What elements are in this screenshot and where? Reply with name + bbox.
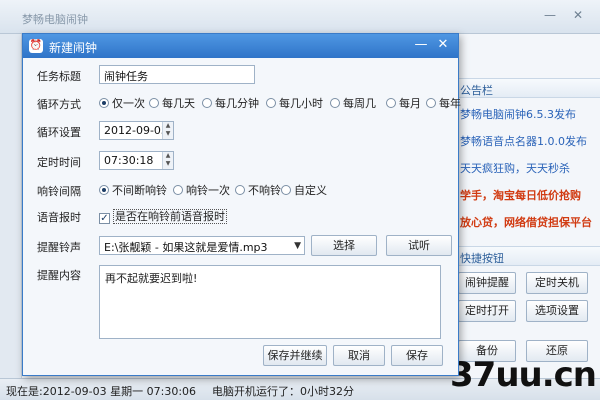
status-current-time: 现在是:2012-09-03 星期一 07:30:06 — [6, 385, 197, 398]
cycle-option-1[interactable]: 每几天 — [149, 95, 195, 111]
radio-icon[interactable] — [386, 98, 396, 108]
alarm-clock-icon: ⏰ — [29, 39, 43, 53]
announcement-link[interactable]: 梦畅电脑闹钟6.5.3发布 — [456, 106, 600, 122]
radio-icon[interactable] — [426, 98, 436, 108]
ring-option-label: 响铃一次 — [186, 184, 230, 197]
voice-report-checkbox[interactable]: ✓ 是否在响铃前语音报时 — [99, 208, 227, 224]
voice-report-checkbox-label: 是否在响铃前语音报时 — [113, 209, 227, 224]
ring-option-label: 自定义 — [294, 184, 327, 197]
select-ringtone-button[interactable]: 选择 — [311, 235, 377, 256]
save-and-continue-button[interactable]: 保存并继续 — [263, 345, 327, 366]
checkbox-checked-icon[interactable]: ✓ — [99, 213, 110, 224]
ringtone-label: 提醒铃声 — [37, 241, 81, 254]
ring-interval-label: 响铃间隔 — [37, 185, 81, 198]
announcement-link[interactable]: 学手，淘宝每日低价抢购 — [456, 187, 600, 203]
cycle-setting-label: 循环设置 — [37, 126, 81, 139]
main-window-titlebar: 梦畅电脑闹钟 — ✕ — [0, 0, 600, 34]
radio-icon[interactable] — [330, 98, 340, 108]
task-title-label: 任务标题 — [37, 70, 81, 83]
date-spin-icon[interactable]: ▲ ▼ — [162, 122, 173, 139]
main-window-title: 梦畅电脑闹钟 — [22, 13, 88, 26]
cycle-date-picker[interactable]: 2012-09-03 ▲ ▼ — [99, 121, 174, 140]
radio-icon[interactable] — [281, 185, 291, 195]
main-left-strip — [0, 34, 22, 378]
radio-icon[interactable] — [149, 98, 159, 108]
cycle-option-label: 每周几 — [343, 97, 376, 110]
shortcut-button[interactable]: 选项设置 — [526, 300, 588, 322]
cycle-option-6[interactable]: 每年 — [426, 95, 461, 111]
chevron-down-icon[interactable]: ▼ — [294, 241, 301, 251]
close-icon[interactable]: ✕ — [570, 8, 586, 22]
cycle-option-0[interactable]: 仅一次 — [99, 95, 145, 111]
save-button[interactable]: 保存 — [391, 345, 443, 366]
cycle-option-2[interactable]: 每几分钟 — [202, 95, 259, 111]
radio-icon[interactable] — [202, 98, 212, 108]
radio-icon[interactable] — [266, 98, 276, 108]
cycle-option-label: 每几分钟 — [215, 97, 259, 110]
ring-option-label: 不响铃 — [248, 184, 281, 197]
cycle-option-5[interactable]: 每月 — [386, 95, 421, 111]
minimize-icon[interactable]: — — [542, 8, 558, 22]
close-icon[interactable]: ✕ — [435, 37, 451, 53]
reminder-content-textarea[interactable]: 再不起就要迟到啦! — [99, 265, 441, 339]
ring-option-1[interactable]: 响铃一次 — [173, 182, 230, 198]
ringtone-value: E:\张靓颖 - 如果这就是爱情.mp3 — [104, 241, 268, 254]
cycle-option-label: 每几小时 — [279, 97, 323, 110]
cycle-option-label: 仅一次 — [112, 97, 145, 110]
status-uptime: 电脑开机运行了：0小时32分 — [212, 385, 354, 398]
cycle-date-value: 2012-09-03 — [104, 124, 168, 137]
shortcut-button[interactable]: 定时打开 — [458, 300, 516, 322]
cycle-option-label: 每几天 — [162, 97, 195, 110]
radio-icon[interactable] — [173, 185, 183, 195]
cancel-button[interactable]: 取消 — [333, 345, 385, 366]
radio-icon[interactable] — [99, 98, 109, 108]
cycle-option-4[interactable]: 每周几 — [330, 95, 376, 111]
preview-ringtone-button[interactable]: 试听 — [386, 235, 452, 256]
announcement-link[interactable]: 放心贷，网络借贷担保平台 — [456, 214, 600, 230]
voice-report-label: 语音报时 — [37, 211, 81, 224]
cycle-option-label: 每年 — [439, 97, 461, 110]
shortcut-button[interactable]: 定时关机 — [526, 272, 588, 294]
radio-icon[interactable] — [99, 185, 109, 195]
ring-option-2[interactable]: 不响铃 — [235, 182, 281, 198]
watermark-logo: 37uu.cn — [450, 355, 597, 395]
shortcut-header: 快捷按钮 — [456, 246, 600, 266]
task-title-input[interactable]: 闹钟任务 — [99, 65, 255, 84]
alarm-time-picker[interactable]: 07:30:18 ▲ ▼ — [99, 151, 174, 170]
dialog-title: 新建闹钟 — [49, 41, 98, 55]
ring-option-3[interactable]: 自定义 — [281, 182, 327, 198]
minimize-icon[interactable]: — — [413, 37, 429, 53]
dialog-titlebar: ⏰ 新建闹钟 — ✕ — [23, 34, 458, 58]
announcement-panel: 公告栏 快捷按钮 梦畅电脑闹钟6.5.3发布 梦畅语音点名器1.0.0发布 天天疯狂… — [456, 70, 600, 378]
reminder-content-label: 提醒内容 — [37, 269, 81, 282]
time-spin-icon[interactable]: ▲ ▼ — [162, 152, 173, 169]
cycle-option-3[interactable]: 每几小时 — [266, 95, 323, 111]
cycle-mode-label: 循环方式 — [37, 98, 81, 111]
ringtone-select[interactable]: E:\张靓颖 - 如果这就是爱情.mp3 ▼ — [99, 236, 305, 255]
radio-icon[interactable] — [235, 185, 245, 195]
announcement-link[interactable]: 天天疯狂购，天天秒杀 — [456, 160, 600, 176]
alarm-time-value: 07:30:18 — [104, 154, 154, 167]
shortcut-button[interactable]: 闹钟提醒 — [458, 272, 516, 294]
ring-option-0[interactable]: 不间断响铃 — [99, 182, 167, 198]
announcement-link[interactable]: 梦畅语音点名器1.0.0发布 — [456, 133, 600, 149]
ring-option-label: 不间断响铃 — [112, 184, 167, 197]
alarm-time-label: 定时时间 — [37, 156, 81, 169]
new-alarm-dialog: ⏰ 新建闹钟 — ✕ 任务标题 闹钟任务 循环方式 循环设置 2012-09-0… — [22, 33, 461, 376]
announcement-header: 公告栏 — [456, 78, 600, 98]
cycle-option-label: 每月 — [399, 97, 421, 110]
